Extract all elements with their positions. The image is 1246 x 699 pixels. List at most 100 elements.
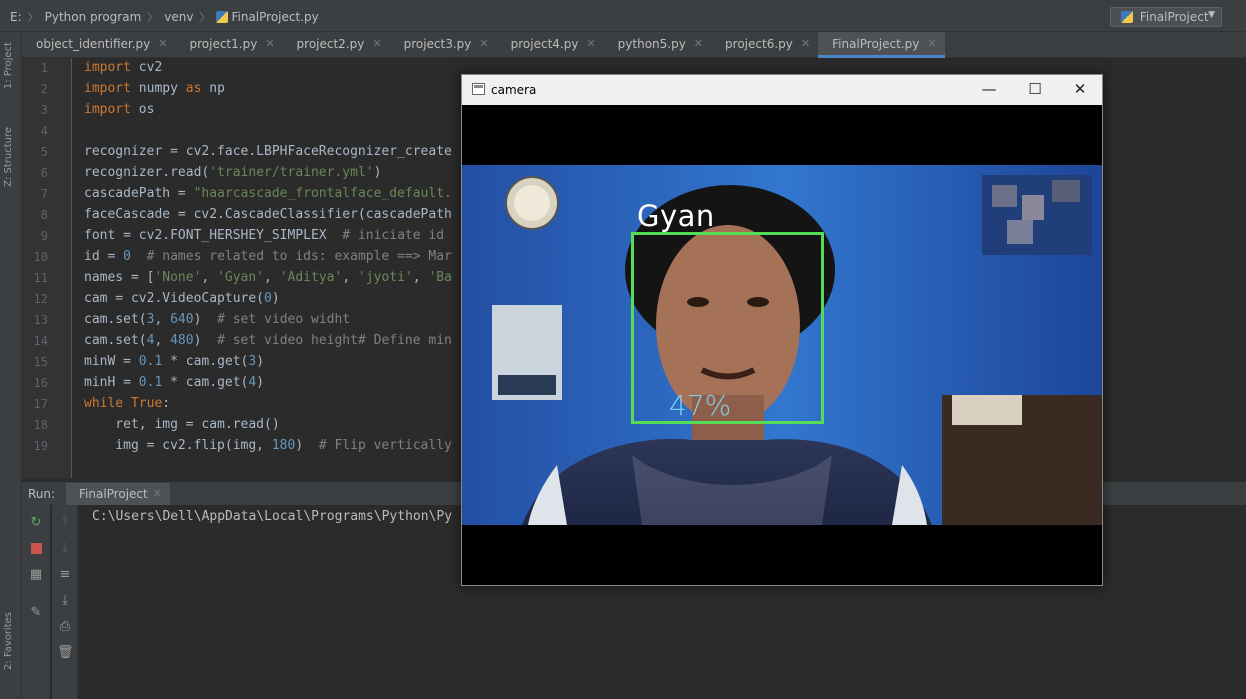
close-icon[interactable]: ✕	[479, 37, 488, 50]
tab-label: project2.py	[296, 37, 365, 51]
editor-tabs: object_identifier.py ✕ project1.py ✕ proje…	[22, 32, 1246, 58]
line-number: 2	[40, 82, 48, 96]
chevron-right-icon: 〉	[27, 11, 39, 24]
chevron-right-icon: 〉	[199, 11, 211, 24]
line-number: 7	[40, 187, 48, 201]
run-label: Run:	[28, 487, 56, 501]
structure-tool-button[interactable]: Z: Structure	[3, 127, 14, 187]
line-number: 3	[40, 103, 48, 117]
camera-feed: Gyan 47%	[462, 165, 1102, 525]
code-text: while True:	[84, 396, 171, 411]
line-number: 16	[33, 376, 48, 390]
arrow-down-icon[interactable]: ↓	[57, 541, 73, 557]
console-output: C:\Users\Dell\AppData\Local\Programs\Pyt…	[92, 509, 453, 524]
minimize-button[interactable]: —	[972, 79, 1006, 101]
tab-label: project1.py	[189, 37, 258, 51]
code-text: img = cv2.flip(img, 180) # Flip vertical…	[84, 438, 452, 453]
tab-object-identifier[interactable]: object_identifier.py ✕	[22, 32, 175, 58]
close-button[interactable]: ✕	[1063, 79, 1097, 101]
close-icon[interactable]: ✕	[694, 37, 703, 50]
camera-window-title: camera	[491, 83, 537, 97]
close-icon[interactable]: ✕	[927, 37, 936, 50]
line-number: 10	[33, 250, 48, 264]
tab-project1[interactable]: project1.py ✕	[175, 32, 282, 58]
python-file-icon	[216, 11, 229, 23]
code-text: cascadePath = "haarcascade_frontalface_d…	[84, 186, 452, 201]
project-tool-button[interactable]: 1: Project	[3, 42, 14, 89]
breadcrumb-item-python-program[interactable]: Python program	[45, 10, 142, 24]
breadcrumb-root[interactable]: E:	[10, 10, 22, 24]
python-file-icon	[1121, 11, 1133, 23]
maximize-button[interactable]: ☐	[1018, 79, 1052, 101]
line-number: 19	[33, 439, 48, 453]
breadcrumb-item-file[interactable]: FinalProject.py	[216, 10, 319, 24]
line-number: 4	[40, 124, 48, 138]
code-text: faceCascade = cv2.CascadeClassifier(casc…	[84, 207, 452, 222]
line-number: 18	[33, 418, 48, 432]
tab-label: FinalProject.py	[832, 37, 920, 51]
line-number: 13	[33, 313, 48, 327]
close-icon[interactable]: ✕	[586, 37, 595, 50]
close-icon[interactable]: ✕	[153, 487, 162, 505]
code-text: id = 0 # names related to ids: example =…	[84, 249, 452, 264]
tab-project3[interactable]: project3.py ✕	[390, 32, 497, 58]
line-number: 8	[40, 208, 48, 222]
tab-label: object_identifier.py	[36, 37, 151, 51]
chevron-down-icon: ▼	[1208, 10, 1215, 20]
line-number: 12	[33, 292, 48, 306]
run-configuration-label: FinalProject	[1139, 10, 1209, 24]
code-text: import numpy as np	[84, 81, 225, 96]
run-tab-finalproject[interactable]: FinalProject ✕	[66, 483, 170, 505]
arrow-up-icon[interactable]: ↑	[57, 515, 73, 531]
line-number: 5	[40, 145, 48, 159]
chevron-right-icon: 〉	[147, 11, 159, 24]
code-text: minH = 0.1 * cam.get(4)	[84, 375, 265, 390]
navigation-bar: E: 〉 Python program 〉 venv 〉 FinalProjec…	[0, 0, 1246, 32]
line-number: 11	[33, 271, 48, 285]
run-toolbar-right: ↑ ↓ ≡ ⤓ ⎙ 🗑	[52, 505, 78, 699]
run-toolbar-left: ↻ ▦ ✎	[22, 505, 50, 699]
tab-label: project4.py	[510, 37, 579, 51]
code-text: cam = cv2.VideoCapture(0)	[84, 291, 280, 306]
stop-icon[interactable]	[28, 541, 44, 557]
tab-project4[interactable]: project4.py ✕	[497, 32, 604, 58]
pin-icon[interactable]: ✎	[28, 605, 44, 621]
close-icon[interactable]: ✕	[265, 37, 274, 50]
line-number: 6	[40, 166, 48, 180]
trash-icon[interactable]: 🗑	[57, 645, 74, 661]
camera-window[interactable]: camera — ☐ ✕ Gyan 47%	[461, 74, 1103, 586]
breadcrumb-item-venv[interactable]: venv	[164, 10, 193, 24]
window-app-icon	[472, 83, 485, 95]
line-number: 15	[33, 355, 48, 369]
tab-label: project3.py	[403, 37, 472, 51]
close-icon[interactable]: ✕	[158, 37, 167, 50]
code-text: recognizer = cv2.face.LBPHFaceRecognizer…	[84, 144, 452, 159]
line-number: 9	[40, 229, 48, 243]
code-text: cam.set(4, 480) # set video height# Defi…	[84, 333, 452, 348]
confidence-label: 47%	[669, 389, 732, 422]
scroll-to-end-icon[interactable]: ⤓	[57, 593, 73, 609]
close-icon[interactable]: ✕	[801, 37, 810, 50]
favorites-tool-button[interactable]: 2: Favorites	[3, 612, 14, 670]
code-text: cam.set(3, 640) # set video widht	[84, 312, 351, 327]
line-number: 14	[33, 334, 48, 348]
code-text: minW = 0.1 * cam.get(3)	[84, 354, 265, 369]
run-configuration-selector[interactable]: FinalProject ▼	[1110, 7, 1222, 27]
print-icon[interactable]: ⎙	[57, 619, 73, 635]
detected-name-label: Gyan	[637, 199, 715, 233]
close-icon[interactable]: ✕	[372, 37, 381, 50]
code-text: import os	[84, 102, 155, 117]
camera-title-bar[interactable]: camera — ☐ ✕	[462, 75, 1102, 105]
code-text: recognizer.read('trainer/trainer.yml')	[84, 165, 382, 180]
line-number: 17	[33, 397, 48, 411]
code-text: names = ['None', 'Gyan', 'Aditya', 'jyot…	[84, 270, 452, 285]
rerun-icon[interactable]: ↻	[28, 515, 44, 531]
breadcrumb-file-label: FinalProject.py	[231, 10, 319, 24]
tab-project2[interactable]: project2.py ✕	[283, 32, 390, 58]
tab-finalproject[interactable]: FinalProject.py ✕	[818, 32, 945, 58]
soft-wrap-icon[interactable]: ≡	[57, 567, 73, 583]
code-text: ret, img = cam.read()	[84, 417, 280, 432]
tab-python5[interactable]: python5.py ✕	[604, 32, 711, 58]
layout-icon[interactable]: ▦	[28, 567, 44, 583]
tab-project6[interactable]: project6.py ✕	[711, 32, 818, 58]
